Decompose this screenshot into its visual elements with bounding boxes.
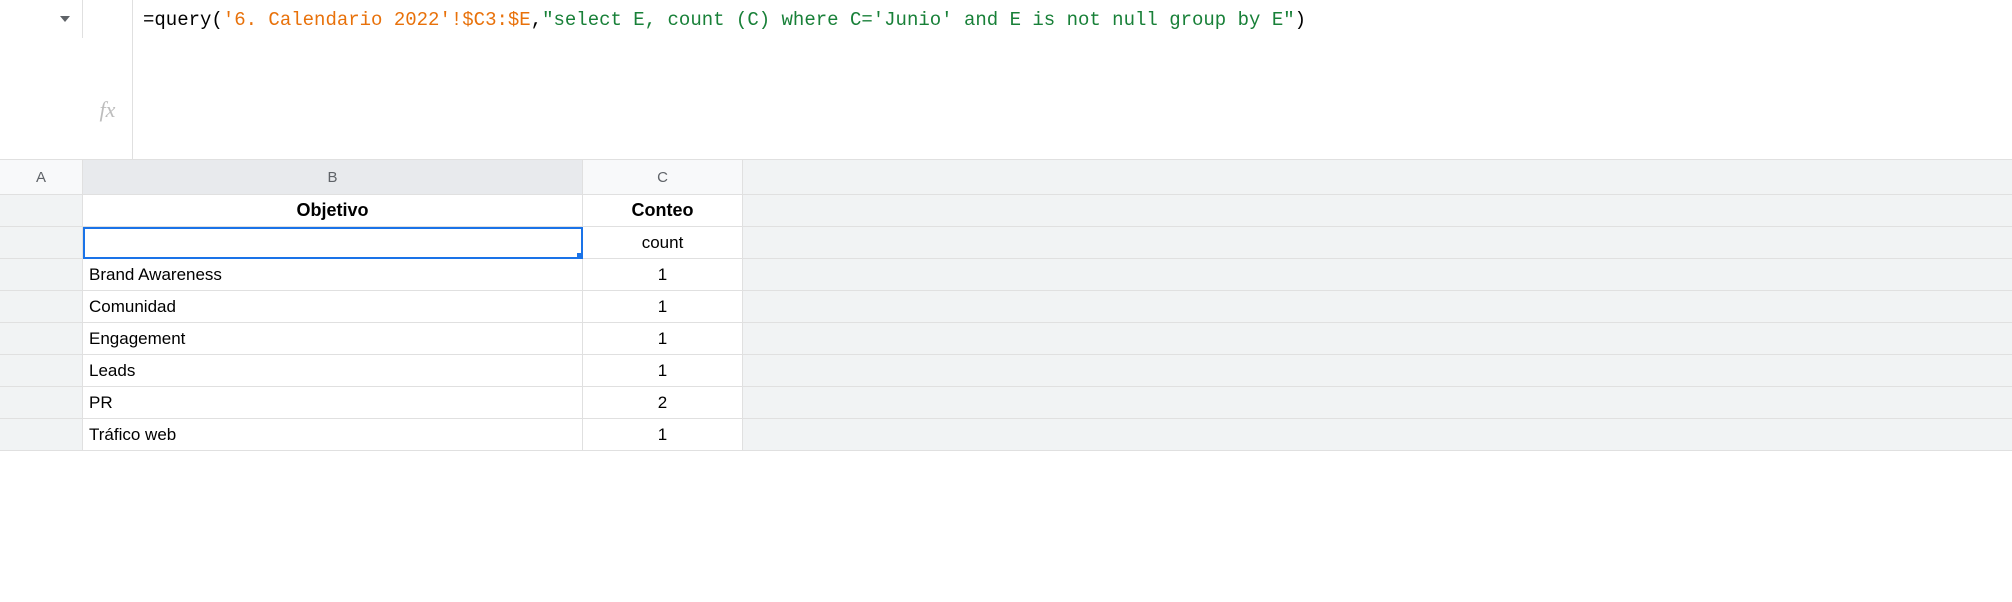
fx-area: fx	[83, 0, 133, 159]
empty-header-area	[743, 160, 2012, 195]
formula-close-paren: )	[1295, 8, 1306, 32]
empty-cell	[743, 419, 2012, 451]
table-row: Engagement 1	[0, 323, 2012, 355]
formula-bar: fx =query('6. Calendario 2022'!$C3:$E,"s…	[0, 0, 2012, 160]
column-headers-row: A B C	[0, 160, 2012, 195]
table-row: count	[0, 227, 2012, 259]
table-row: Brand Awareness 1	[0, 259, 2012, 291]
formula-comma: ,	[531, 8, 542, 32]
column-header-c[interactable]: C	[583, 160, 743, 195]
cell-gutter[interactable]	[0, 291, 83, 323]
cell-gutter[interactable]	[0, 355, 83, 387]
cell-count[interactable]: 1	[583, 323, 743, 355]
cell-gutter[interactable]	[0, 387, 83, 419]
cell-objetivo[interactable]: Leads	[83, 355, 583, 387]
column-header-b[interactable]: B	[83, 160, 583, 195]
cell-objetivo[interactable]: Comunidad	[83, 291, 583, 323]
dropdown-icon	[60, 16, 70, 22]
column-header-a[interactable]: A	[0, 160, 83, 195]
cell-gutter[interactable]	[0, 419, 83, 451]
empty-cell	[743, 387, 2012, 419]
selected-cell[interactable]	[83, 227, 583, 259]
table-row: Tráfico web 1	[0, 419, 2012, 451]
formula-string: "select E, count (C) where C='Junio' and…	[542, 8, 1295, 32]
formula-range: '6. Calendario 2022'!$C3:$E	[223, 8, 531, 32]
cell-count[interactable]: 1	[583, 419, 743, 451]
cell-count[interactable]: 1	[583, 291, 743, 323]
cell-count[interactable]: 2	[583, 387, 743, 419]
cell-objetivo[interactable]: PR	[83, 387, 583, 419]
cell-count[interactable]: 1	[583, 355, 743, 387]
cell-count[interactable]: 1	[583, 259, 743, 291]
formula-open-paren: (	[211, 8, 222, 32]
empty-cell	[743, 291, 2012, 323]
empty-cell	[743, 259, 2012, 291]
formula-input[interactable]: =query('6. Calendario 2022'!$C3:$E,"sele…	[133, 0, 2012, 40]
empty-cell	[743, 323, 2012, 355]
empty-cell	[743, 195, 2012, 227]
cell-objetivo[interactable]: Engagement	[83, 323, 583, 355]
formula-func: query	[154, 8, 211, 32]
cell-gutter[interactable]	[0, 323, 83, 355]
formula-eq: =	[143, 8, 154, 32]
table-row: Leads 1	[0, 355, 2012, 387]
cell-gutter[interactable]	[0, 227, 83, 259]
cell-a-header[interactable]	[0, 195, 83, 227]
cell-objetivo[interactable]: Tráfico web	[83, 419, 583, 451]
cell-conteo-header[interactable]: Conteo	[583, 195, 743, 227]
name-box[interactable]	[0, 0, 83, 38]
fx-icon: fx	[100, 97, 116, 123]
cell-objetivo-header[interactable]: Objetivo	[83, 195, 583, 227]
empty-cell	[743, 227, 2012, 259]
grid-data: Objetivo Conteo count Brand Awareness 1 …	[0, 195, 2012, 451]
table-row: PR 2	[0, 387, 2012, 419]
cell-gutter[interactable]	[0, 259, 83, 291]
empty-cell	[743, 355, 2012, 387]
table-row: Comunidad 1	[0, 291, 2012, 323]
cell-count-label[interactable]: count	[583, 227, 743, 259]
cell-objetivo[interactable]: Brand Awareness	[83, 259, 583, 291]
table-row: Objetivo Conteo	[0, 195, 2012, 227]
